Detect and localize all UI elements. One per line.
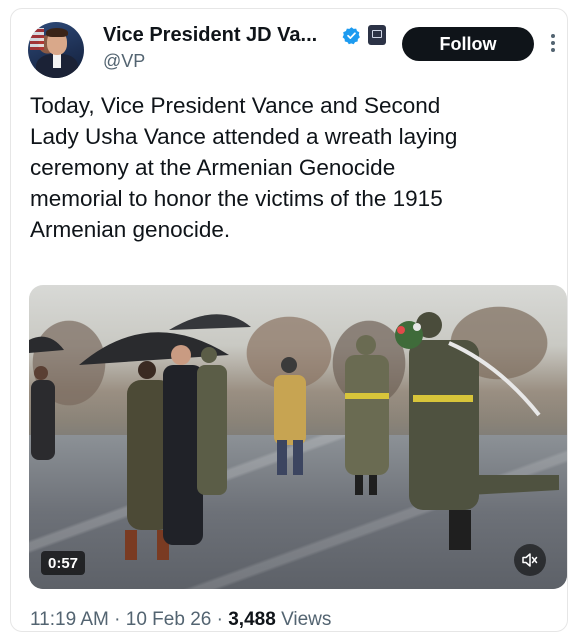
views-count: 3,488 — [228, 609, 276, 630]
tweet-text: Today, Vice President Vance and Second L… — [30, 93, 458, 242]
tweet-time[interactable]: 11:19 AM — [30, 609, 109, 630]
speaker-muted-icon[interactable] — [514, 544, 546, 576]
tweet-metadata: 11:19 AM · 10 Feb 26 · 3,488 Views — [30, 609, 332, 630]
video-player[interactable]: 0:57 — [29, 285, 567, 589]
tweet-date[interactable]: 10 Feb 26 — [126, 609, 212, 630]
video-frame — [29, 312, 559, 560]
government-badge-icon — [368, 25, 386, 45]
author-avatar[interactable] — [28, 22, 84, 78]
video-duration: 0:57 — [41, 551, 86, 575]
author-display-name[interactable]: Vice President JD Va... — [103, 24, 317, 47]
views-label: Views — [281, 609, 332, 630]
verified-badge-icon — [342, 27, 360, 45]
more-options-icon[interactable] — [550, 34, 556, 56]
follow-button[interactable]: Follow — [402, 27, 534, 61]
author-handle[interactable]: @VP — [103, 51, 145, 72]
